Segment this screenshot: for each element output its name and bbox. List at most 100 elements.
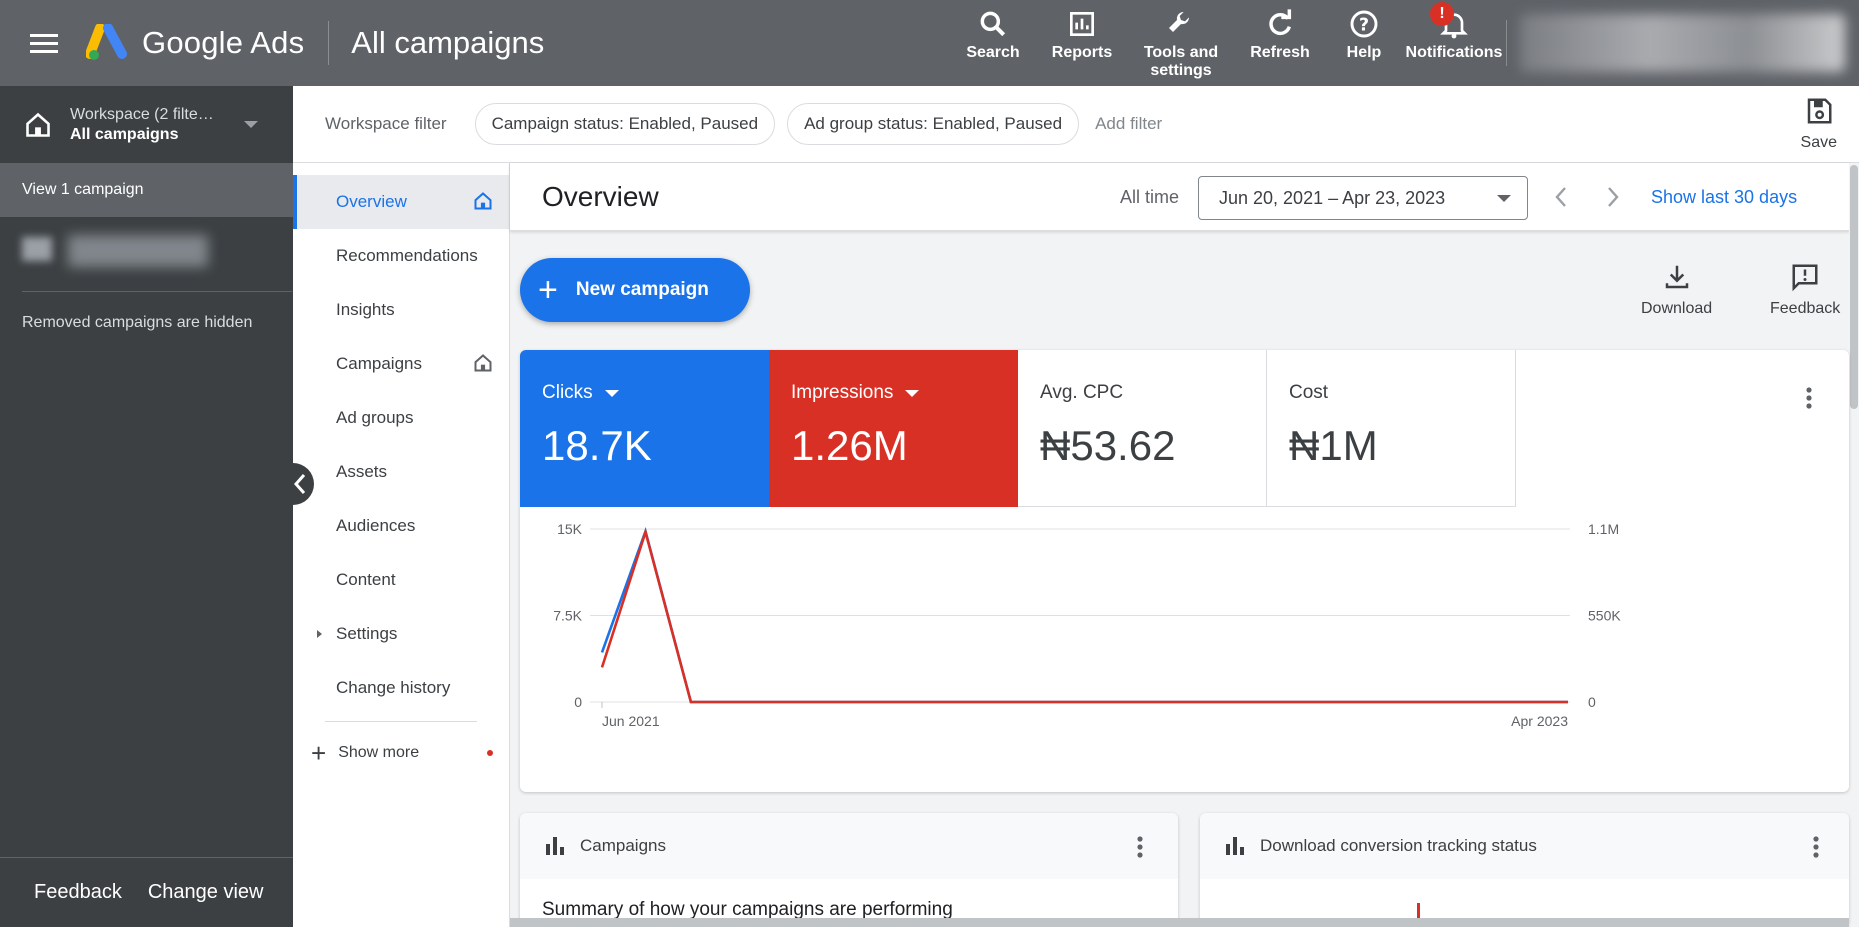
performance-line-chart: 15K 1.1M 7.5K 550K 0 0 Jun 2021 Apr 2023 — [553, 521, 1621, 729]
nav-assets[interactable]: Assets — [293, 445, 509, 499]
metric-cost-label: Cost — [1289, 382, 1329, 403]
show-more-label: Show more — [338, 744, 420, 761]
change-view-link[interactable]: Change view — [148, 881, 264, 904]
refresh-button[interactable]: Refresh — [1236, 0, 1324, 86]
date-range-label: All time — [1120, 187, 1180, 207]
horizontal-scrollbar[interactable] — [510, 918, 1849, 927]
nav-settings[interactable]: Settings — [293, 607, 509, 661]
workspace-text: Workspace (2 filte… All campaigns — [70, 105, 214, 145]
nav-ad-groups[interactable]: Ad groups — [293, 391, 509, 445]
metric-impressions-value: 1.26M — [791, 422, 908, 469]
home-icon — [474, 354, 492, 372]
footer-feedback-link[interactable]: Feedback — [34, 881, 122, 904]
card-header: Download conversion tracking status — [1200, 813, 1849, 879]
account-divider — [1506, 20, 1507, 66]
plus-icon: + — [538, 271, 558, 309]
campaign-status-chip[interactable]: Campaign status: Enabled, Paused — [474, 103, 776, 145]
metric-cost[interactable]: Cost ₦1M — [1267, 350, 1516, 507]
left-axis-tick-label: 0 — [574, 694, 582, 710]
download-label: Download — [1641, 300, 1713, 317]
metric-impressions[interactable]: Impressions 1.26M — [769, 350, 1018, 507]
reports-icon — [1070, 12, 1094, 36]
notifications-button[interactable]: Notifications ! — [1404, 0, 1504, 86]
card-header: Campaigns — [520, 813, 1178, 879]
nav-campaigns-label: Campaigns — [336, 354, 422, 373]
right-axis-tick-label: 0 — [1588, 694, 1596, 710]
save-button[interactable]: Save — [1801, 96, 1837, 152]
top-app-bar: Google Ads All campaigns Search Reports … — [0, 0, 1859, 86]
search-button[interactable]: Search — [948, 0, 1038, 86]
x-axis-tick-label: Apr 2023 — [1511, 713, 1568, 729]
more-options-icon[interactable] — [1812, 835, 1820, 859]
campaign-tree-panel: Workspace (2 filte… All campaigns View 1… — [0, 86, 293, 927]
campaign-item[interactable] — [0, 217, 293, 291]
bar-chart-icon — [1226, 837, 1244, 855]
nav-overview[interactable]: Overview — [293, 175, 509, 229]
conversion-tracking-card: Download conversion tracking status — [1200, 813, 1849, 927]
card-description: Summary of how your campaigns are perfor… — [542, 899, 953, 920]
tools-settings-button[interactable]: Tools and settings — [1126, 0, 1236, 86]
left-axis-tick-label: 15K — [557, 521, 583, 537]
nav-change-history[interactable]: Change history — [293, 661, 509, 715]
metric-clicks-value: 18.7K — [542, 422, 652, 469]
bar-chart-icon — [546, 837, 564, 855]
workspace-filter-label: Workspace filter — [325, 114, 447, 133]
more-options-icon[interactable] — [1805, 386, 1813, 410]
previous-period-button[interactable] — [1553, 185, 1569, 209]
refresh-icon — [1269, 9, 1292, 36]
help-label: Help — [1346, 44, 1382, 61]
metric-avg-cpc-label: Avg. CPC — [1040, 382, 1124, 403]
wrench-icon — [1169, 11, 1190, 32]
reports-button[interactable]: Reports — [1038, 0, 1126, 86]
feedback-icon — [1792, 264, 1818, 292]
left-footer: Feedback Change view — [0, 857, 293, 927]
card-title: Download conversion tracking status — [1260, 836, 1537, 855]
search-label: Search — [966, 44, 1020, 61]
metric-avg-cpc-value: ₦53.62 — [1040, 422, 1176, 469]
nav-content[interactable]: Content — [293, 553, 509, 607]
account-info[interactable] — [1520, 14, 1845, 72]
nav-audiences[interactable]: Audiences — [293, 499, 509, 553]
help-icon: ? — [1350, 10, 1378, 38]
divider — [325, 721, 477, 722]
page-menu: Overview Recommendations Insights Campai… — [293, 163, 510, 927]
nav-recommendations[interactable]: Recommendations — [293, 229, 509, 283]
nav-insights[interactable]: Insights — [293, 283, 509, 337]
feedback-button[interactable]: Feedback — [1770, 262, 1840, 318]
view-campaign-link[interactable]: View 1 campaign — [0, 163, 293, 217]
ad-group-status-chip[interactable]: Ad group status: Enabled, Paused — [787, 103, 1080, 145]
chevron-left-icon — [293, 474, 306, 494]
metric-clicks[interactable]: Clicks 18.7K — [520, 350, 769, 507]
date-range-picker[interactable]: Jun 20, 2021 – Apr 23, 2023 — [1198, 176, 1528, 220]
metric-cost-value: ₦1M — [1289, 422, 1378, 469]
new-campaign-button[interactable]: + New campaign — [520, 258, 750, 322]
left-axis-tick-label: 7.5K — [553, 608, 582, 624]
nav-settings-label: Settings — [336, 624, 398, 643]
metric-clicks-label: Clicks — [542, 382, 769, 404]
right-axis-tick-label: 1.1M — [1588, 521, 1619, 537]
page-heading: All campaigns — [351, 25, 545, 60]
new-indicator-dot — [487, 750, 494, 756]
next-period-button[interactable] — [1605, 185, 1621, 209]
show-last-30-days-link[interactable]: Show last 30 days — [1651, 187, 1797, 208]
campaign-name-redacted — [68, 235, 208, 267]
show-more-button[interactable]: + Show more — [293, 728, 509, 778]
series-line-impressions — [600, 527, 1568, 704]
card-title: Campaigns — [580, 836, 666, 855]
menu-icon[interactable] — [30, 29, 58, 58]
right-axis-tick-label: 550K — [1588, 608, 1621, 624]
add-filter-button[interactable]: Add filter — [1095, 114, 1162, 134]
tools-settings-label: Tools and settings — [1143, 44, 1219, 79]
removed-campaigns-note: Removed campaigns are hidden — [22, 314, 253, 331]
chevron-down-icon — [604, 389, 619, 397]
download-button[interactable]: Download — [1641, 262, 1712, 318]
download-icon — [1665, 265, 1688, 289]
help-button[interactable]: ? Help — [1324, 0, 1404, 86]
nav-overview-label: Overview — [336, 192, 407, 211]
workspace-selector[interactable]: Workspace (2 filte… All campaigns — [0, 86, 293, 163]
svg-text:?: ? — [1359, 16, 1369, 36]
nav-campaigns[interactable]: Campaigns — [293, 337, 509, 391]
metric-avg-cpc[interactable]: Avg. CPC ₦53.62 — [1018, 350, 1267, 507]
more-options-icon[interactable] — [1136, 835, 1144, 859]
scrollbar-thumb[interactable] — [1850, 165, 1858, 409]
